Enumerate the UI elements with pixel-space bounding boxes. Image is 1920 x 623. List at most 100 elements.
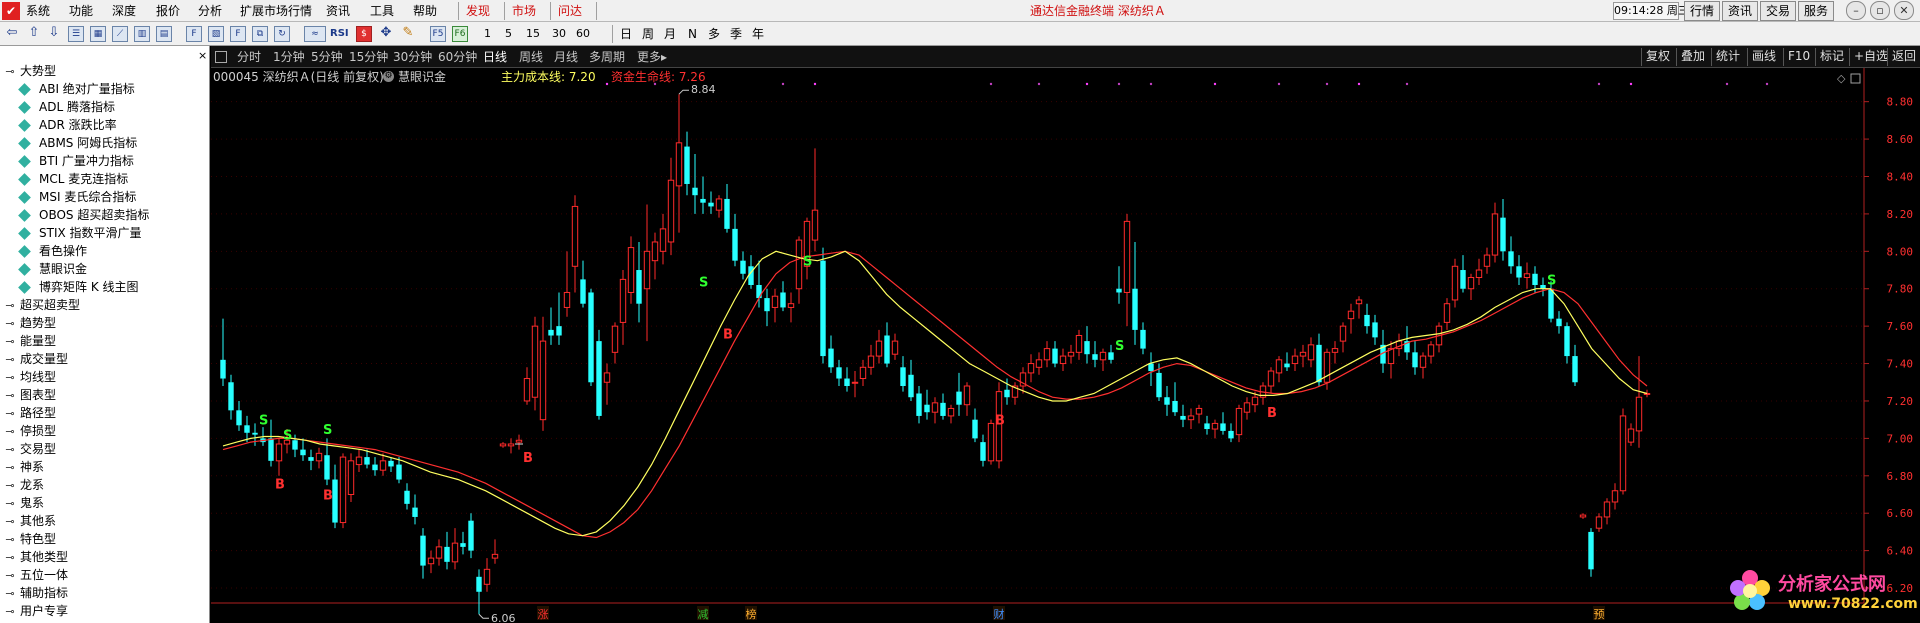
back-icon[interactable]: ⇦: [4, 26, 20, 42]
tree-item[interactable]: MCL 麦克连指标: [0, 170, 209, 188]
mark-button[interactable]: 标记: [1815, 48, 1848, 66]
trade-button[interactable]: 交易: [1760, 1, 1796, 21]
tree-expander-icon[interactable]: ⊸: [0, 333, 20, 351]
tree-expander-icon[interactable]: ⊸: [0, 513, 20, 531]
pencil-icon[interactable]: ✎: [400, 26, 416, 42]
line-chart-icon[interactable]: ⟋: [112, 26, 128, 42]
period-day-short[interactable]: 日: [620, 27, 632, 41]
tab-wenda[interactable]: 问达: [558, 3, 582, 19]
period-1min-short[interactable]: 1: [484, 27, 491, 41]
period-n-short[interactable]: N: [688, 27, 697, 41]
tree-item[interactable]: 博弈矩阵 K 线主图: [0, 278, 209, 296]
tree-item[interactable]: ADL 腾落指标: [0, 98, 209, 116]
f5-icon[interactable]: F5: [430, 26, 446, 42]
menu-help[interactable]: 帮助: [413, 3, 437, 19]
period-year-short[interactable]: 年: [752, 27, 764, 41]
tree-expander-icon[interactable]: ⊸: [0, 405, 20, 423]
draw-line-button[interactable]: 画线: [1747, 48, 1780, 66]
period-30min-short[interactable]: 30: [552, 27, 566, 41]
f10-icon[interactable]: ▤: [156, 26, 172, 42]
overlay-button[interactable]: 叠加: [1676, 48, 1709, 66]
tree-item[interactable]: ABMS 阿姆氏指标: [0, 134, 209, 152]
tab-discover[interactable]: 发现: [466, 3, 490, 19]
period-60min-short[interactable]: 60: [576, 27, 590, 41]
f2-icon[interactable]: F: [230, 26, 246, 42]
dollar-icon[interactable]: $: [356, 26, 372, 42]
menu-quote[interactable]: 报价: [156, 3, 180, 19]
tree-expander-icon[interactable]: ⊸: [0, 549, 20, 567]
period-tab-60min[interactable]: 60分钟: [438, 50, 477, 64]
tree-expander-icon[interactable]: ⊸: [0, 315, 20, 333]
kline-chart[interactable]: SS SBBBSBSBSBS 8.808.608.408.208.007.807.…: [211, 68, 1920, 623]
tree-item[interactable]: BTI 广量冲力指标: [0, 152, 209, 170]
tree-item[interactable]: OBOS 超买超卖指标: [0, 206, 209, 224]
tree-group[interactable]: ⊸ 辅助指标: [0, 584, 209, 603]
tree-group[interactable]: ⊸ 成交量型: [0, 350, 209, 368]
indicator-gear-icon[interactable]: ⚙: [383, 71, 394, 82]
tree-expander-icon[interactable]: ⊸: [0, 531, 20, 549]
period-tab-daily[interactable]: 日线: [483, 50, 507, 64]
period-tab-30min[interactable]: 30分钟: [393, 50, 432, 64]
tree-item[interactable]: 慧眼识金: [0, 260, 209, 278]
refresh-icon[interactable]: ↻: [274, 26, 290, 42]
tree-item[interactable]: MSI 麦氏综合指标: [0, 188, 209, 206]
tree-group[interactable]: ⊸ 路径型: [0, 404, 209, 423]
menu-news[interactable]: 资讯: [326, 3, 350, 19]
quote-button[interactable]: 行情: [1684, 1, 1720, 21]
news-button[interactable]: 资讯: [1722, 1, 1758, 21]
period-week-short[interactable]: 周: [642, 27, 654, 41]
tree-group[interactable]: ⊸ 超买超卖型: [0, 296, 209, 315]
tree-item[interactable]: STIX 指数平滑广量: [0, 224, 209, 242]
tree-group[interactable]: ⊸ 其他类型: [0, 548, 209, 567]
tree-group[interactable]: ⊸ 大势型: [0, 62, 209, 80]
period-tab-timeshare[interactable]: 分时: [237, 50, 261, 64]
period-tab-multi[interactable]: 多周期: [589, 50, 625, 64]
tree-group[interactable]: ⊸ 五位一体: [0, 566, 209, 585]
f10-button[interactable]: F10: [1783, 48, 1814, 66]
table-icon[interactable]: ▧: [208, 26, 224, 42]
period-5min-short[interactable]: 5: [505, 27, 512, 41]
tree-expander-icon[interactable]: ⊸: [0, 423, 20, 441]
multi-window-icon[interactable]: ⧉: [252, 26, 268, 42]
tree-expander-icon[interactable]: ⊸: [0, 387, 20, 405]
f1-icon[interactable]: F: [186, 26, 202, 42]
tree-expander-icon[interactable]: ⊸: [0, 603, 20, 621]
menu-extended-market[interactable]: 扩展市场行情: [240, 3, 312, 19]
list-icon[interactable]: ☰: [68, 26, 84, 42]
period-tab-5min[interactable]: 5分钟: [311, 50, 343, 64]
down-icon[interactable]: ⇩: [46, 26, 62, 42]
restore-icon[interactable]: ▫: [1870, 1, 1890, 20]
period-month-short[interactable]: 月: [664, 27, 676, 41]
move-icon[interactable]: ✥: [378, 26, 394, 42]
tree-group[interactable]: ⊸ 特色型: [0, 530, 209, 549]
tree-expander-icon[interactable]: ⊸: [0, 369, 20, 387]
menu-tools[interactable]: 工具: [370, 3, 394, 19]
return-button[interactable]: 返回: [1887, 48, 1920, 66]
indicator-name[interactable]: 慧眼识金: [398, 70, 446, 84]
up-icon[interactable]: ⇧: [26, 26, 42, 42]
period-tab-weekly[interactable]: 周线: [519, 50, 543, 64]
tree-group[interactable]: ⊸ 趋势型: [0, 314, 209, 333]
tree-group[interactable]: ⊸ 鬼系: [0, 494, 209, 512]
close-icon[interactable]: ✕: [1894, 1, 1914, 20]
service-button[interactable]: 服务: [1798, 1, 1834, 21]
adjust-button[interactable]: 复权: [1641, 48, 1674, 66]
add-watchlist-button[interactable]: +自选: [1849, 48, 1892, 66]
tree-expander-icon[interactable]: ⊸: [0, 585, 20, 603]
tree-group[interactable]: ⊸ 均线型: [0, 368, 209, 387]
period-tab-more[interactable]: 更多▸: [637, 50, 667, 64]
tree-group[interactable]: ⊸ 其他系: [0, 512, 209, 531]
grid-icon[interactable]: ▦: [90, 26, 106, 42]
period-tab-15min[interactable]: 15分钟: [349, 50, 388, 64]
period-multi-short[interactable]: 多: [708, 27, 720, 41]
period-15min-short[interactable]: 15: [526, 27, 540, 41]
app-logo-icon[interactable]: ✔: [2, 2, 20, 20]
tree-expander-icon[interactable]: ⊸: [0, 459, 20, 477]
tree-expander-icon[interactable]: ⊸: [0, 297, 20, 315]
minimize-icon[interactable]: –: [1846, 1, 1866, 20]
tab-market[interactable]: 市场: [512, 3, 536, 19]
tree-expander-icon[interactable]: ⊸: [0, 567, 20, 585]
bar-chart-icon[interactable]: ▥: [134, 26, 150, 42]
tree-group[interactable]: ⊸ 停损型: [0, 422, 209, 441]
tree-item[interactable]: ADR 涨跌比率: [0, 116, 209, 134]
